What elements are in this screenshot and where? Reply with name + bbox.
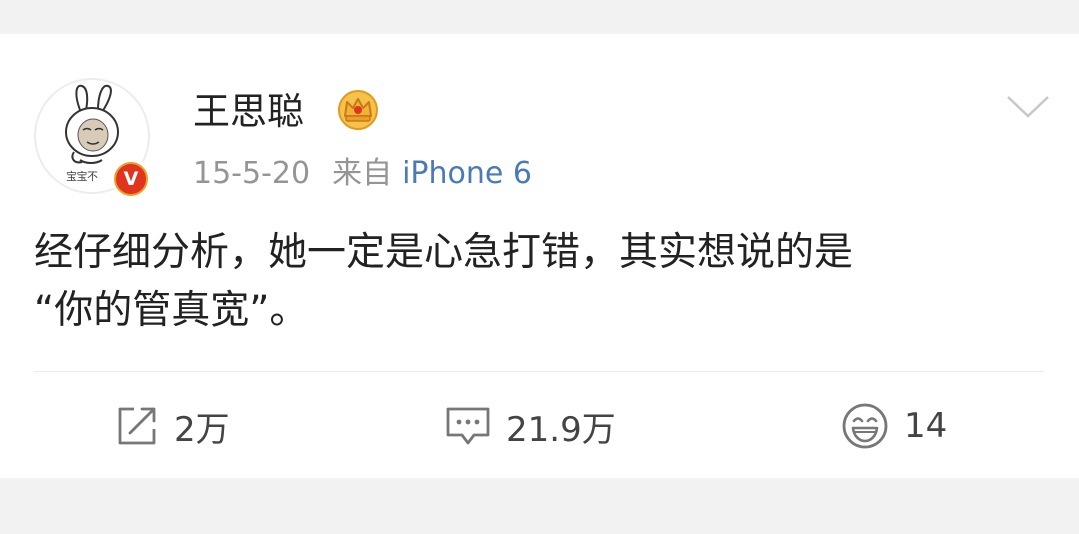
post-meta: 15-5-20 来自 iPhone 6 [193,155,532,193]
post-content: 经仔细分析，她一定是心急打错，其实想说的是 “你的管真宽”。 [34,230,854,333]
chevron-down-icon[interactable] [1006,94,1050,120]
verified-badge-icon: V [111,159,151,199]
comment-count: 21.9万 [506,409,616,450]
post-time: 15-5-20 [193,156,311,191]
repost-icon [118,407,156,445]
author-name[interactable]: 王思聪 [193,90,304,134]
avatar-caption: 宝宝不 [66,170,98,183]
comment-button[interactable]: 21.9万 [444,400,616,452]
verified-badge-label: V [116,164,146,194]
repost-button[interactable]: 2万 [114,400,230,452]
feed-gap-bottom [0,478,1079,534]
like-button[interactable]: 14 [840,400,947,452]
divider [34,371,1044,372]
source-label: 来自 [332,156,393,191]
feed-gap-top [0,0,1079,34]
weibo-post-card: 宝宝不 V 王思聪 15-5-20 来自 iPhone 6 经仔细分析，她一定是心急… [0,34,1079,478]
source-device-link[interactable]: iPhone 6 [402,156,532,191]
smile-icon [842,403,888,449]
like-count: 14 [904,406,948,446]
comment-icon [446,407,490,445]
crown-icon[interactable] [336,88,380,132]
repost-count: 2万 [174,409,230,450]
